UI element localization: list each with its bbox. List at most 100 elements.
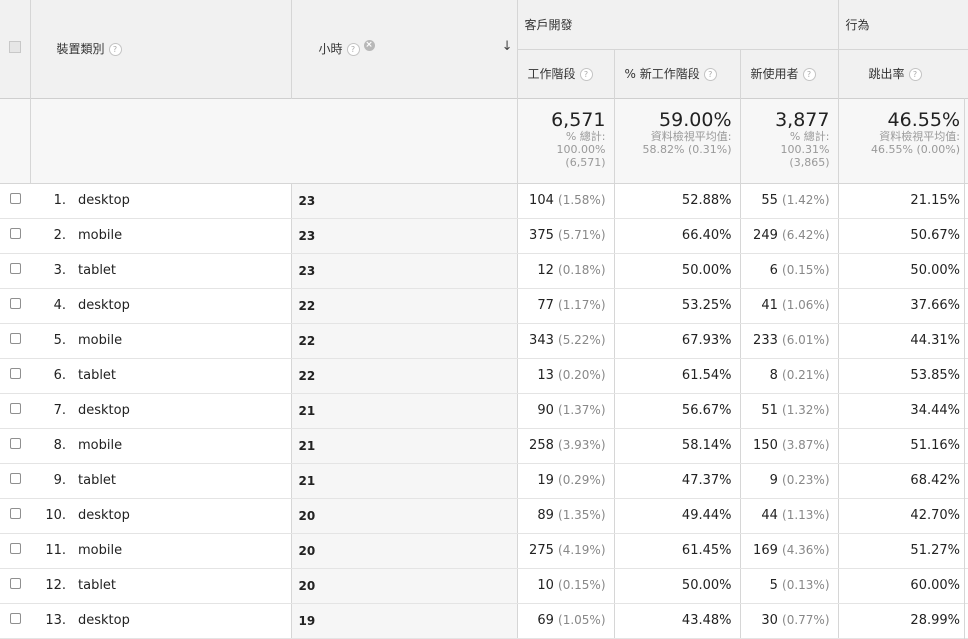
table-row[interactable]: 4. desktop 22 77 (1.17%) 53.25% 41 (1.06%… bbox=[0, 288, 968, 324]
row-checkbox[interactable] bbox=[9, 193, 21, 204]
totals-row: 6,571 % 總計: 100.00% (6,571) 59.00% 資料檢視平… bbox=[0, 98, 968, 183]
bounce-rate-cell: 51.27% bbox=[838, 533, 968, 569]
new-sessions-cell: 52.88% bbox=[614, 183, 741, 219]
row-checkbox[interactable] bbox=[9, 508, 21, 519]
remove-dimension-icon[interactable]: × bbox=[363, 40, 375, 52]
row-checkbox[interactable] bbox=[9, 578, 21, 589]
new-users-value: 5 bbox=[769, 578, 778, 593]
new-users-value: 30 bbox=[761, 613, 778, 628]
help-question-icon[interactable]: ? bbox=[579, 68, 593, 81]
device-category-link[interactable]: tablet bbox=[78, 263, 116, 278]
new-users-percent: (0.21%) bbox=[782, 368, 830, 382]
device-category-link[interactable]: desktop bbox=[78, 193, 130, 208]
new-users-percent: (0.15%) bbox=[782, 263, 830, 277]
totals-new-sessions: 59.00% 資料檢視平均值: 58.82% (0.31%) bbox=[614, 98, 741, 183]
help-question-icon[interactable]: ? bbox=[346, 43, 360, 57]
help-question-icon[interactable]: ? bbox=[703, 68, 717, 81]
sessions-cell: 77 (1.17%) bbox=[517, 288, 615, 324]
bounce-rate-cell: 60.00% bbox=[838, 568, 968, 604]
metric-header-bounce-rate[interactable]: 跳出率? bbox=[838, 49, 968, 98]
new-sessions-cell: 53.25% bbox=[614, 288, 741, 324]
device-category-link[interactable]: mobile bbox=[78, 543, 122, 558]
row-checkbox[interactable] bbox=[9, 613, 21, 624]
table-row[interactable]: 1. desktop 23 104 (1.58%) 52.88% 55 (1.42… bbox=[0, 183, 968, 219]
device-category-link[interactable]: mobile bbox=[78, 228, 122, 243]
new-users-cell: 249 (6.42%) bbox=[740, 218, 839, 254]
device-category-link[interactable]: mobile bbox=[78, 438, 122, 453]
device-category-link[interactable]: desktop bbox=[78, 613, 130, 628]
table-row[interactable]: 10. desktop 20 89 (1.35%) 49.44% 44 (1.13… bbox=[0, 498, 968, 534]
hour-cell: 20 bbox=[291, 498, 518, 534]
row-checkbox[interactable] bbox=[9, 228, 21, 239]
row-select-cell bbox=[0, 393, 30, 429]
row-checkbox[interactable] bbox=[9, 368, 21, 379]
new-users-value: 44 bbox=[761, 508, 778, 523]
sessions-cell: 275 (4.19%) bbox=[517, 533, 615, 569]
new-sessions-cell: 50.00% bbox=[614, 568, 741, 604]
table-row[interactable]: 2. mobile 23 375 (5.71%) 66.40% 249 (6.42… bbox=[0, 218, 968, 254]
dimension-header-hour[interactable]: 小時? × ↓ bbox=[291, 0, 518, 98]
totals-new-users: 3,877 % 總計: 100.31% (3,865) bbox=[740, 98, 839, 183]
device-category-link[interactable]: desktop bbox=[78, 508, 130, 523]
select-all-checkbox[interactable] bbox=[8, 41, 21, 54]
row-select-cell bbox=[0, 253, 30, 289]
bounce-rate-cell: 21.15% bbox=[838, 183, 968, 219]
bounce-rate-cell: 51.16% bbox=[838, 428, 968, 464]
metric-label-sessions: 工作階段 bbox=[527, 67, 576, 81]
sort-descending-arrow-icon[interactable]: ↓ bbox=[502, 39, 513, 54]
device-category-link[interactable]: tablet bbox=[78, 368, 116, 383]
sessions-cell: 89 (1.35%) bbox=[517, 498, 615, 534]
row-checkbox[interactable] bbox=[9, 543, 21, 554]
metric-label-new-sessions: % 新工作階段 bbox=[624, 67, 700, 81]
new-users-value: 6 bbox=[769, 263, 778, 278]
device-cell: 12. tablet bbox=[30, 568, 292, 604]
row-checkbox[interactable] bbox=[9, 438, 21, 449]
row-checkbox[interactable] bbox=[9, 333, 21, 344]
metric-label-bounce-rate: 跳出率 bbox=[868, 67, 905, 81]
device-category-link[interactable]: tablet bbox=[78, 473, 116, 488]
row-checkbox[interactable] bbox=[9, 298, 21, 309]
sessions-cell: 90 (1.37%) bbox=[517, 393, 615, 429]
table-row[interactable]: 13. desktop 19 69 (1.05%) 43.48% 30 (0.77… bbox=[0, 603, 968, 639]
row-index: 10. bbox=[45, 508, 66, 523]
sessions-percent: (4.19%) bbox=[558, 543, 606, 557]
new-users-cell: 9 (0.23%) bbox=[740, 463, 839, 499]
table-row[interactable]: 8. mobile 21 258 (3.93%) 58.14% 150 (3.87… bbox=[0, 428, 968, 464]
new-users-percent: (6.01%) bbox=[782, 333, 830, 347]
device-category-link[interactable]: tablet bbox=[78, 578, 116, 593]
table-row[interactable]: 11. mobile 20 275 (4.19%) 61.45% 169 (4.3… bbox=[0, 533, 968, 569]
total-value: 6,571 bbox=[551, 108, 606, 131]
device-category-link[interactable]: mobile bbox=[78, 333, 122, 348]
row-checkbox[interactable] bbox=[9, 473, 21, 484]
table-row[interactable]: 9. tablet 21 19 (0.29%) 47.37% 9 (0.23%) … bbox=[0, 463, 968, 499]
sessions-cell: 69 (1.05%) bbox=[517, 603, 615, 639]
table-row[interactable]: 6. tablet 22 13 (0.20%) 61.54% 8 (0.21%) … bbox=[0, 358, 968, 394]
total-note: % 總計: bbox=[789, 129, 830, 143]
help-question-icon[interactable]: ? bbox=[108, 43, 122, 57]
new-users-percent: (1.42%) bbox=[782, 193, 830, 207]
metric-header-new-sessions[interactable]: % 新工作階段? bbox=[614, 49, 741, 98]
sessions-value: 258 bbox=[529, 438, 554, 453]
dimension-header-device[interactable]: 裝置類別? bbox=[30, 0, 292, 98]
table-row[interactable]: 5. mobile 22 343 (5.22%) 67.93% 233 (6.01… bbox=[0, 323, 968, 359]
row-checkbox[interactable] bbox=[9, 403, 21, 414]
device-category-link[interactable]: desktop bbox=[78, 298, 130, 313]
device-cell: 1. desktop bbox=[30, 183, 292, 219]
device-category-link[interactable]: desktop bbox=[78, 403, 130, 418]
sessions-percent: (3.93%) bbox=[558, 438, 606, 452]
table-row[interactable]: 3. tablet 23 12 (0.18%) 50.00% 6 (0.15%) … bbox=[0, 253, 968, 289]
table-row[interactable]: 7. desktop 21 90 (1.37%) 56.67% 51 (1.32%… bbox=[0, 393, 968, 429]
metric-header-new-users[interactable]: 新使用者? bbox=[740, 49, 839, 98]
dimension-label-hour: 小時 bbox=[318, 42, 343, 57]
help-question-icon[interactable]: ? bbox=[802, 68, 816, 81]
new-users-value: 233 bbox=[753, 333, 778, 348]
sessions-cell: 12 (0.18%) bbox=[517, 253, 615, 289]
help-question-icon[interactable]: ? bbox=[908, 68, 922, 81]
sessions-percent: (0.15%) bbox=[558, 578, 606, 592]
metric-header-sessions[interactable]: 工作階段? bbox=[517, 49, 615, 98]
row-checkbox[interactable] bbox=[9, 263, 21, 274]
table-row[interactable]: 12. tablet 20 10 (0.15%) 50.00% 5 (0.13%)… bbox=[0, 568, 968, 604]
total-note: 46.55% (0.00%) bbox=[871, 142, 960, 156]
sessions-value: 19 bbox=[537, 473, 554, 488]
hour-cell: 22 bbox=[291, 323, 518, 359]
